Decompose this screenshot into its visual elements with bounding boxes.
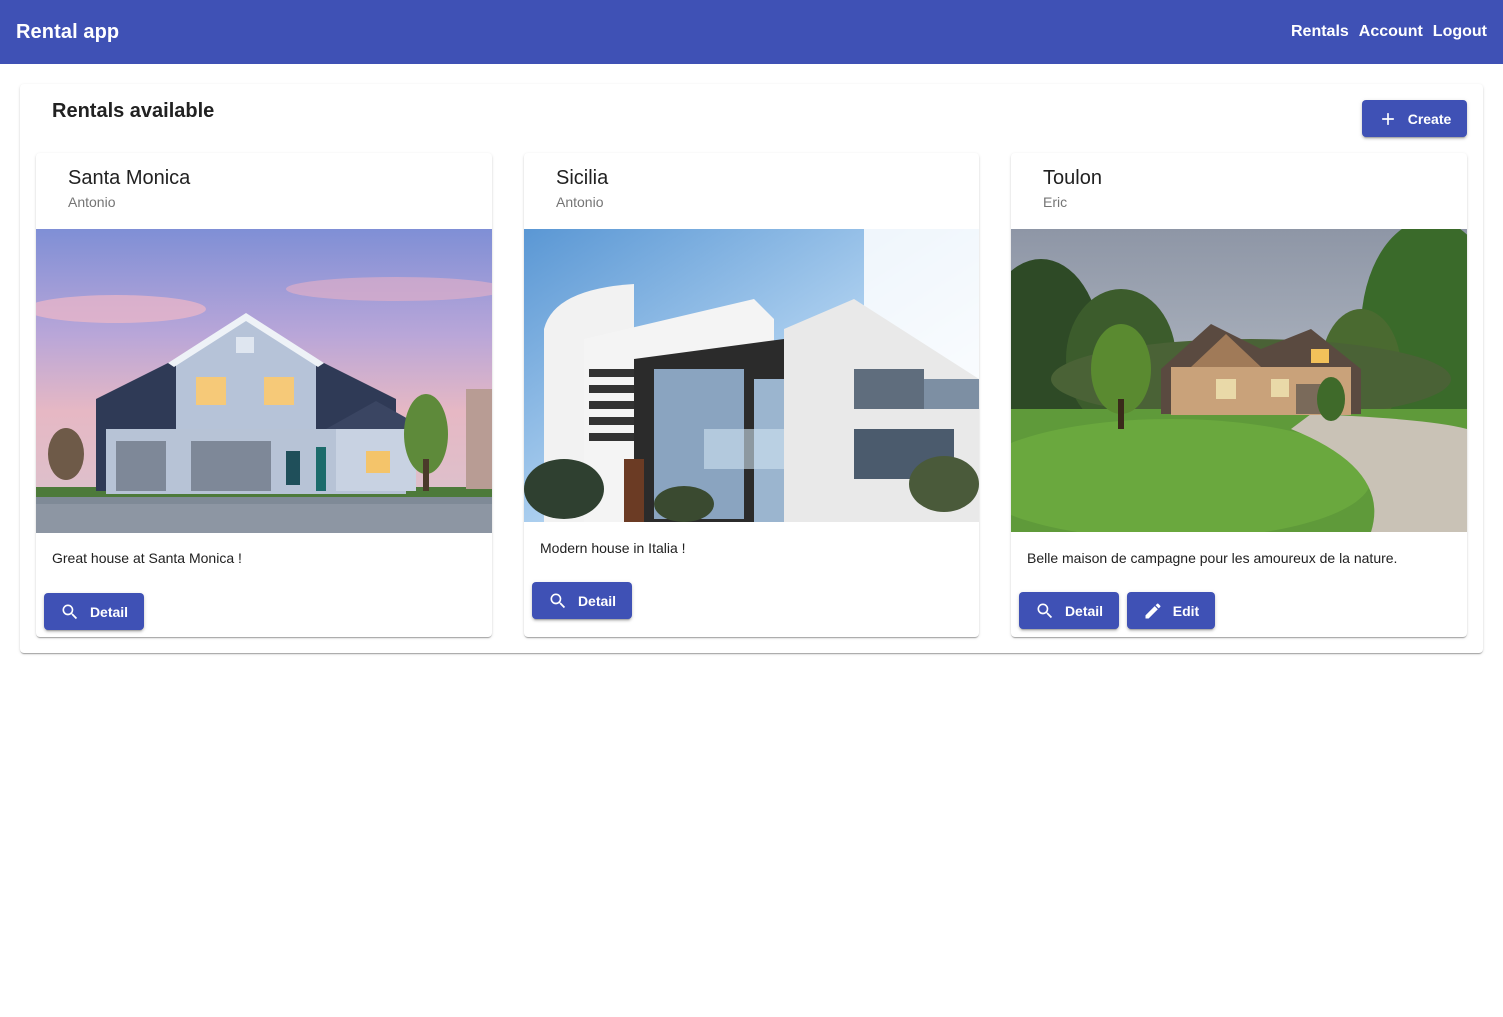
- detail-button-label: Detail: [89, 603, 129, 620]
- rental-card-sicilia: Sicilia Antonio Modern house in Italia !…: [524, 153, 979, 637]
- plus-icon: [1381, 112, 1394, 125]
- rental-card-title: Sicilia: [556, 167, 609, 189]
- pencil-icon: [1145, 602, 1161, 618]
- rental-card-toulon: Toulon Eric Belle maison de campagne pou…: [1011, 153, 1467, 637]
- rental-card-title: Toulon: [1043, 167, 1102, 189]
- detail-button-label: Detail: [577, 592, 617, 609]
- app-title: Rental app: [16, 20, 120, 43]
- create-button[interactable]: Create: [1362, 100, 1467, 137]
- edit-button[interactable]: Edit: [1127, 592, 1215, 629]
- search-icon: [550, 593, 566, 608]
- create-button-label: Create: [1407, 110, 1452, 127]
- rental-card-santa-monica: Santa Monica Antonio Great house at Sant…: [36, 153, 492, 637]
- detail-button[interactable]: Detail: [1019, 592, 1119, 629]
- rental-card-description: Modern house in Italia !: [540, 540, 686, 556]
- search-icon: [62, 604, 78, 619]
- nav-link-rentals[interactable]: Rentals: [1291, 23, 1349, 41]
- top-nav: Rentals Account Logout: [1291, 23, 1487, 41]
- rental-card-description: Great house at Santa Monica !: [52, 550, 242, 566]
- search-icon: [1037, 603, 1053, 618]
- detail-button[interactable]: Detail: [532, 582, 632, 619]
- rental-card-title: Santa Monica: [68, 167, 191, 189]
- rentals-panel: Rentals available Create Santa Monica An…: [20, 84, 1483, 653]
- detail-button[interactable]: Detail: [44, 593, 144, 630]
- rental-card-owner: Eric: [1043, 194, 1068, 210]
- edit-button-label: Edit: [1172, 602, 1200, 619]
- detail-button-label: Detail: [1064, 602, 1104, 619]
- rental-photo: [524, 229, 979, 522]
- rental-card-owner: Antonio: [68, 194, 116, 210]
- rental-photo: [1011, 229, 1467, 532]
- app-toolbar: Rental app Rentals Account Logout: [0, 0, 1503, 64]
- rental-photo: [36, 229, 492, 533]
- rental-card-owner: Antonio: [556, 194, 604, 210]
- page-title: Rentals available: [52, 100, 215, 122]
- rental-card-description: Belle maison de campagne pour les amoure…: [1027, 550, 1398, 566]
- nav-link-account[interactable]: Account: [1359, 23, 1423, 41]
- nav-link-logout[interactable]: Logout: [1433, 23, 1487, 41]
